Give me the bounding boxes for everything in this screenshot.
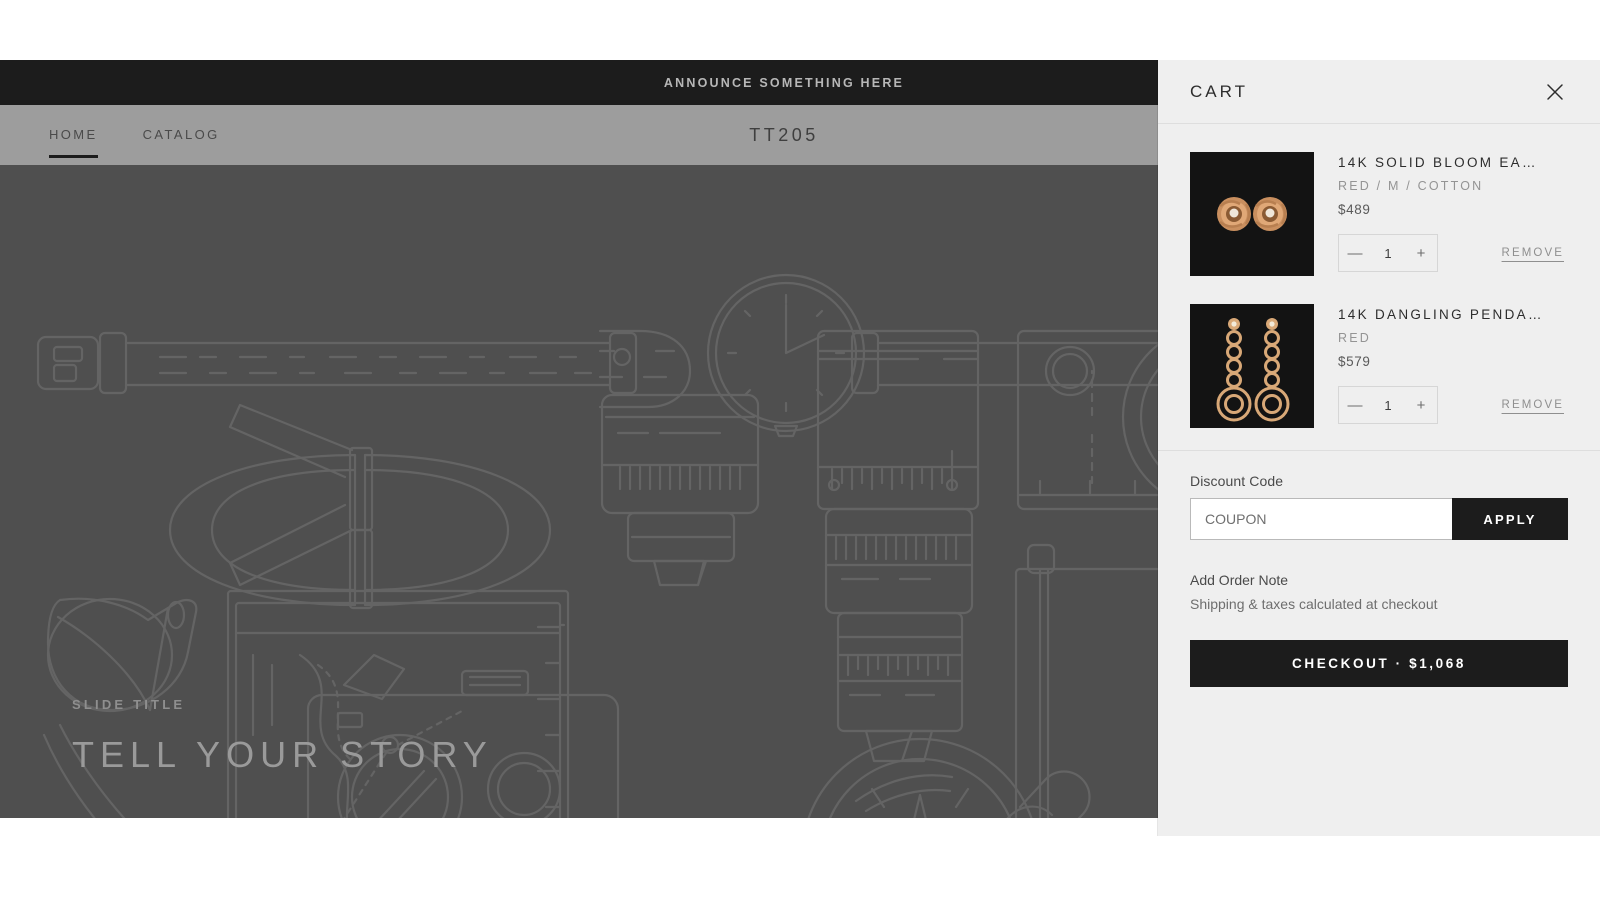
announcement-text: ANNOUNCE SOMETHING HERE	[663, 75, 905, 90]
remove-item-link[interactable]: REMOVE	[1502, 247, 1568, 259]
discount-code-label: Discount Code	[1190, 473, 1284, 489]
cart-footer: Discount Code APPLY Add Order Note Shipp…	[1158, 451, 1600, 836]
quantity-stepper[interactable]: — 1 +	[1338, 386, 1438, 424]
cart-item-controls: — 1 + REMOVE	[1338, 386, 1568, 424]
close-icon[interactable]	[1542, 79, 1568, 105]
cart-item-price: $579	[1338, 354, 1371, 369]
cart-item-price: $489	[1338, 202, 1371, 217]
shipping-note: Shipping & taxes calculated at checkout	[1190, 596, 1438, 612]
cart-item: 14K DANGLING PENDA… RED $579 — 1 + REMOV…	[1190, 304, 1568, 428]
nav-link-home[interactable]: HOME	[49, 127, 98, 158]
cart-item-info: 14K DANGLING PENDA… RED $579 — 1 + REMOV…	[1338, 304, 1568, 428]
discount-code-row: APPLY	[1190, 498, 1568, 540]
quantity-value[interactable]: 1	[1371, 398, 1405, 413]
cart-item-list: 14K SOLID BLOOM EA… RED / M / COTTON $48…	[1158, 124, 1600, 451]
cart-item-controls: — 1 + REMOVE	[1338, 234, 1568, 272]
cart-item-title[interactable]: 14K SOLID BLOOM EA…	[1338, 155, 1568, 170]
page-root: ANNOUNCE SOMETHING HERE HOME CATALOG TT2…	[0, 0, 1600, 900]
quantity-stepper[interactable]: — 1 +	[1338, 234, 1438, 272]
cart-item-variant: RED / M / COTTON	[1338, 179, 1484, 193]
cart-drawer: CART 14K SOLID BLOOM EA… RED / M / COTTO…	[1158, 60, 1600, 836]
hero-copy: SLIDE TITLE TELL YOUR STORY	[72, 697, 493, 776]
quantity-increment-button[interactable]: +	[1405, 235, 1437, 271]
checkout-button[interactable]: CHECKOUT · $1,068	[1190, 640, 1568, 687]
discount-code-input[interactable]	[1190, 498, 1452, 540]
quantity-increment-button[interactable]: +	[1405, 387, 1437, 423]
cart-item: 14K SOLID BLOOM EA… RED / M / COTTON $48…	[1190, 152, 1568, 276]
remove-item-link[interactable]: REMOVE	[1502, 399, 1568, 411]
cart-item-variant: RED	[1338, 331, 1371, 345]
quantity-decrement-button[interactable]: —	[1339, 235, 1371, 271]
apply-discount-button[interactable]: APPLY	[1452, 498, 1568, 540]
quantity-value[interactable]: 1	[1371, 246, 1405, 261]
add-order-note-link[interactable]: Add Order Note	[1190, 572, 1568, 588]
hero-kicker: SLIDE TITLE	[72, 697, 186, 712]
nav-link-catalog[interactable]: CATALOG	[143, 127, 220, 144]
hero-title: TELL YOUR STORY	[72, 734, 493, 775]
cart-item-info: 14K SOLID BLOOM EA… RED / M / COTTON $48…	[1338, 152, 1568, 276]
quantity-decrement-button[interactable]: —	[1339, 387, 1371, 423]
cart-item-title[interactable]: 14K DANGLING PENDA…	[1338, 307, 1568, 322]
stud-earrings-image[interactable]	[1190, 152, 1314, 276]
cart-header: CART	[1158, 60, 1600, 124]
dangling-earrings-image[interactable]	[1190, 304, 1314, 428]
cart-title: CART	[1190, 81, 1248, 101]
main-nav: HOME CATALOG	[49, 105, 220, 165]
